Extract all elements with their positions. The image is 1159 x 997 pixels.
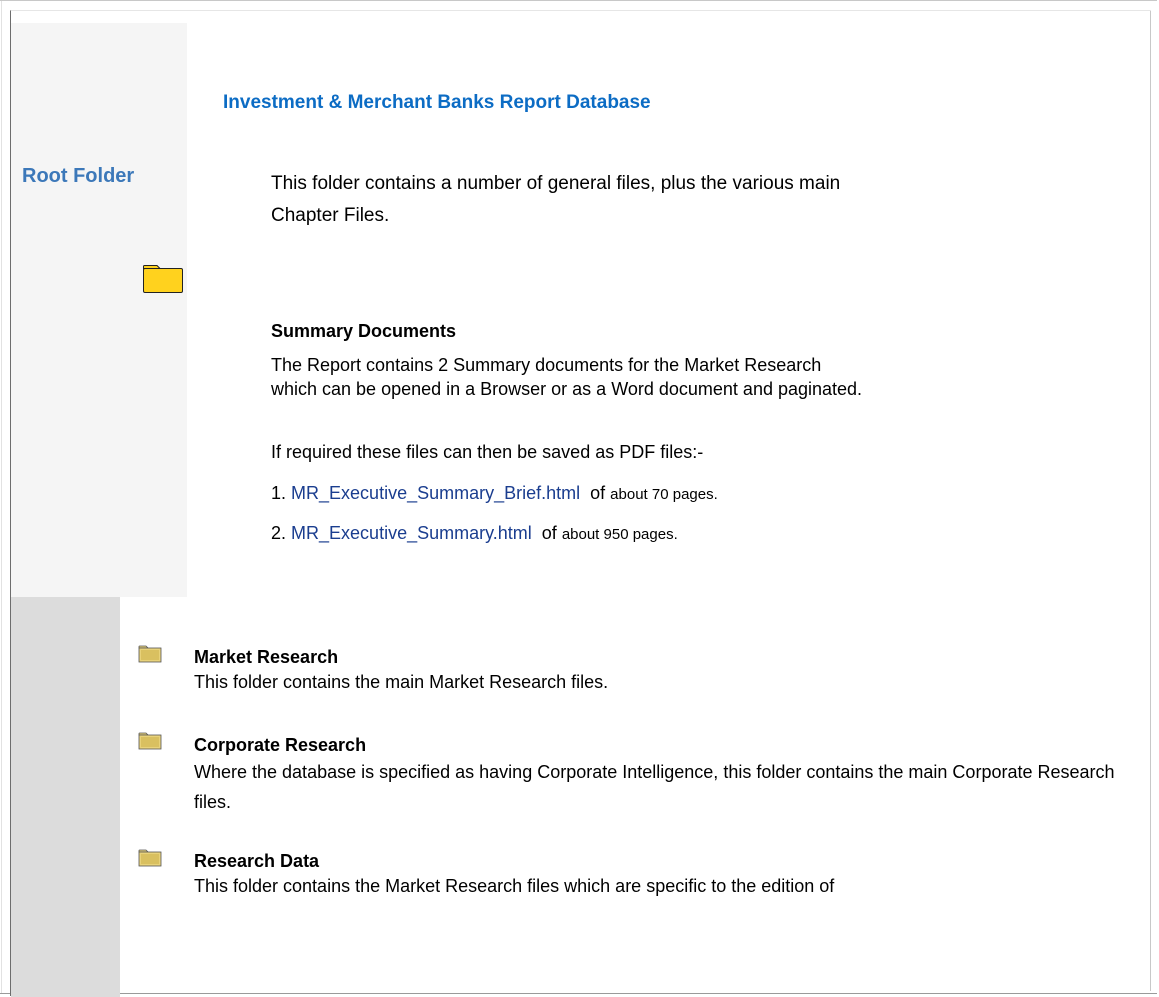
root-folder-label: Root Folder — [22, 165, 135, 187]
executive-summary-brief-link[interactable]: MR_Executive_Summary_Brief.html — [291, 483, 580, 503]
summary-body: The Report contains 2 Summary documents … — [271, 355, 863, 399]
page-title: Investment & Merchant Banks Report Datab… — [223, 92, 651, 113]
folder-icon[interactable] — [138, 732, 162, 750]
page-count: about 70 pages. — [610, 486, 718, 503]
folder-name[interactable]: Corporate Research — [194, 735, 366, 756]
side-panel: Root Folder — [11, 23, 187, 597]
of-text: of — [590, 483, 606, 503]
folder-description: This folder contains the Market Research… — [194, 876, 835, 896]
bottom-left-panel — [11, 597, 120, 997]
summary-document-item: 1. MR_Executive_Summary_Brief.html of ab… — [271, 483, 718, 504]
frame-left-line — [1, 1, 2, 993]
folder-icon — [143, 265, 183, 293]
summary-document-item: 2. MR_Executive_Summary.html of about 95… — [271, 523, 678, 544]
folder-description: This folder contains the main Market Res… — [194, 672, 609, 692]
pdf-note: If required these files can then be save… — [271, 442, 704, 462]
summary-heading: Summary Documents — [271, 321, 457, 341]
folder-icon[interactable] — [138, 849, 162, 867]
item-number: 2. — [271, 523, 287, 543]
page: Root Folder Investment & Merchant Banks … — [10, 10, 1151, 997]
of-text: of — [541, 523, 557, 543]
item-number: 1. — [271, 483, 287, 503]
folder-icon[interactable] — [138, 645, 162, 663]
page-count: about 950 pages. — [561, 526, 678, 543]
executive-summary-link[interactable]: MR_Executive_Summary.html — [291, 523, 532, 543]
folder-description: Where the database is specified as havin… — [194, 762, 1115, 812]
folder-name[interactable]: Market Research — [194, 647, 338, 668]
folder-name[interactable]: Research Data — [194, 851, 319, 872]
intro-text: This folder contains a number of general… — [271, 173, 841, 226]
